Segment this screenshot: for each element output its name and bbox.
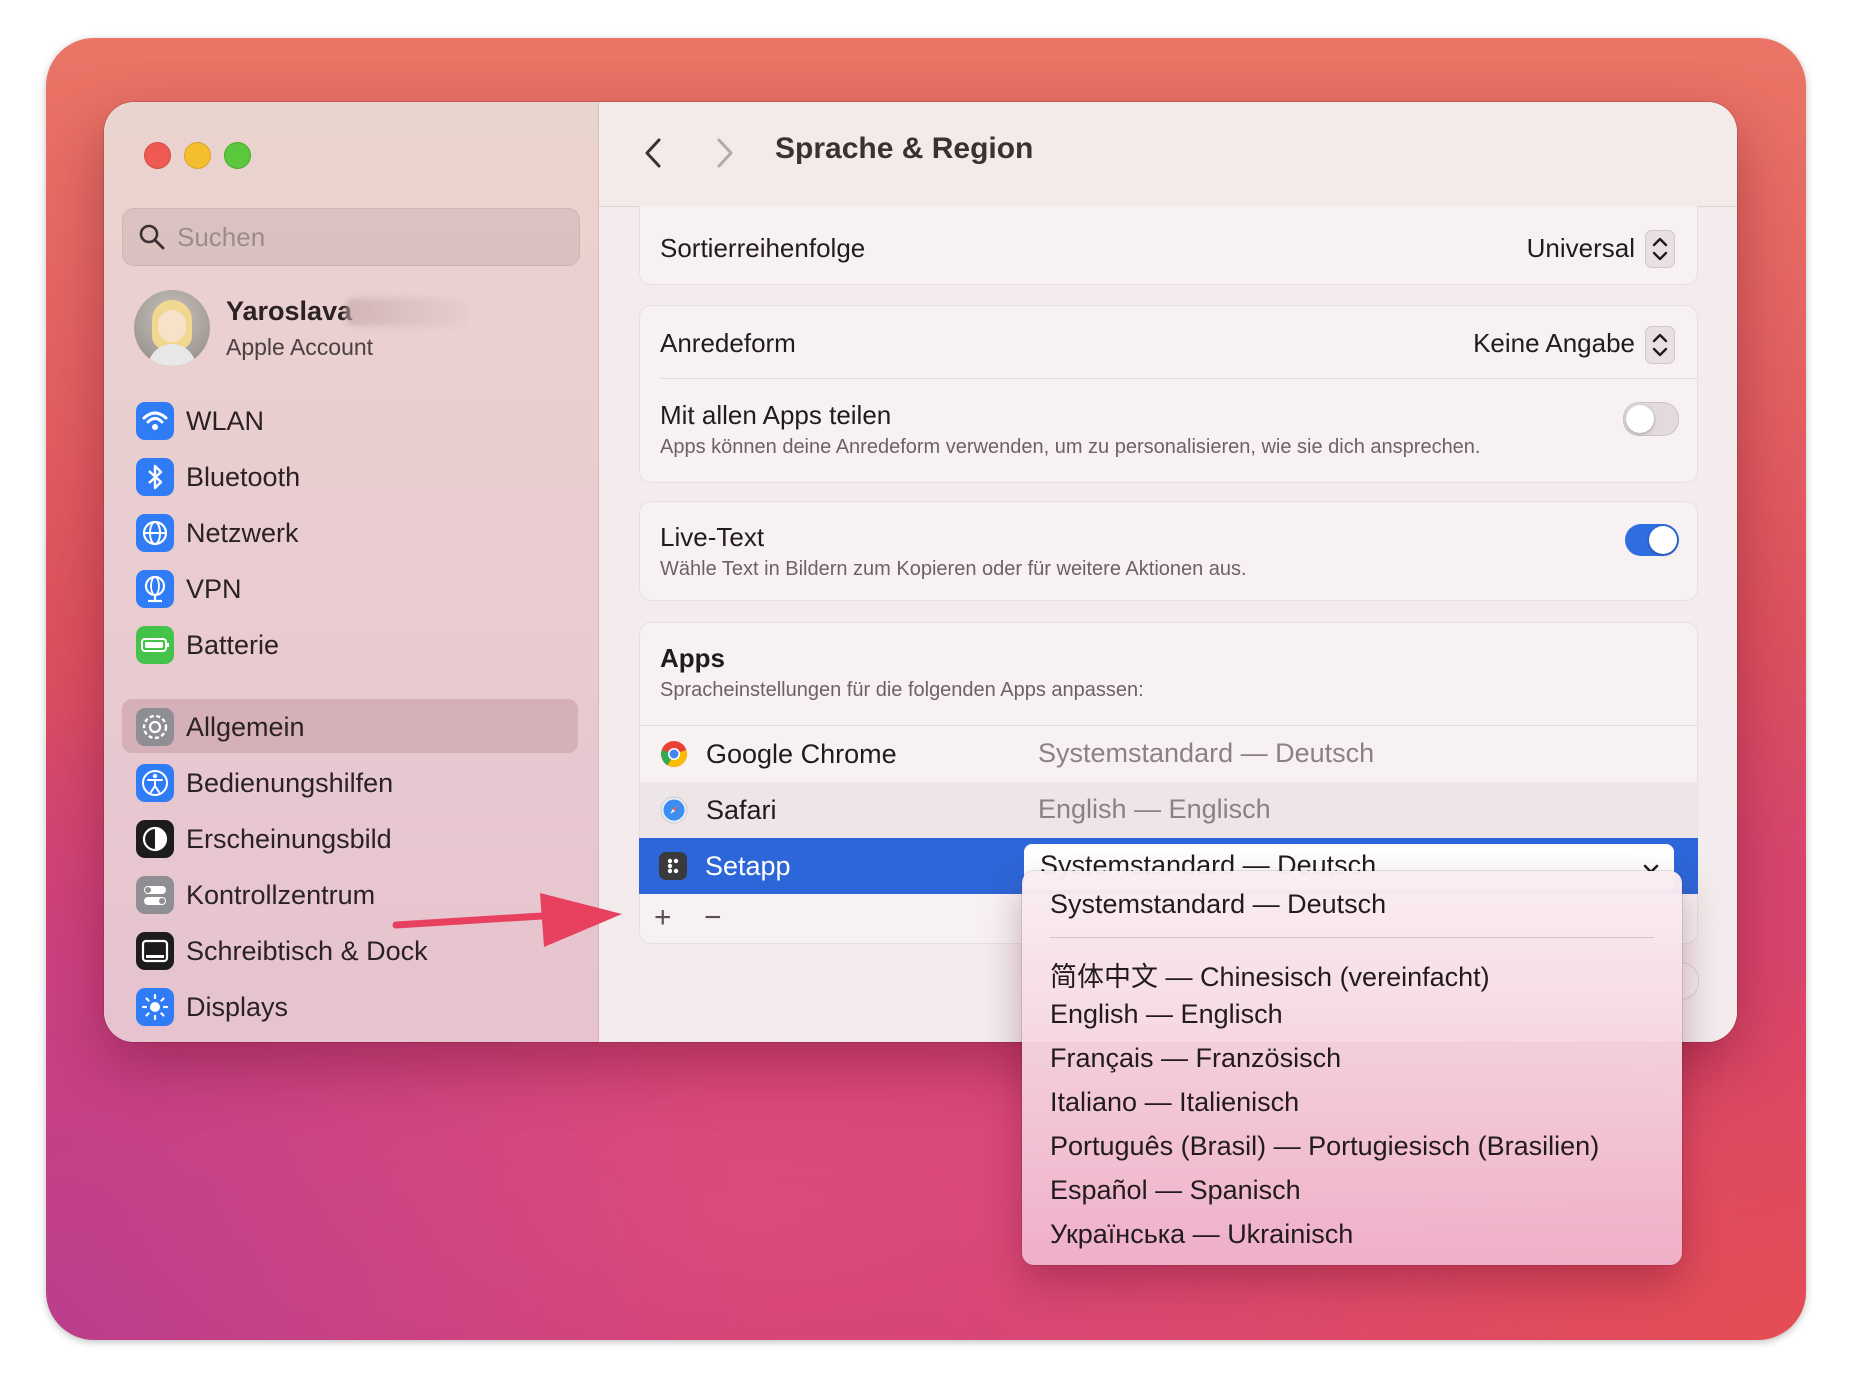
share-apps-label: Mit allen Apps teilen: [660, 400, 892, 430]
chrome-icon: [660, 740, 688, 768]
apple-account[interactable]: Yaroslava Apple Account: [134, 290, 574, 370]
share-apps-description: Apps können deine Anredeform verwenden, …: [660, 436, 1481, 458]
account-subtitle: Apple Account: [226, 334, 374, 360]
menu-item-french[interactable]: Français — Französisch: [1050, 1043, 1341, 1074]
app-language[interactable]: English — Englisch: [1038, 794, 1271, 825]
share-apps-toggle[interactable]: [1623, 402, 1679, 436]
app-language[interactable]: Systemstandard — Deutsch: [1038, 738, 1374, 769]
add-app-button[interactable]: +: [654, 901, 672, 935]
gear-icon: [136, 708, 174, 746]
menu-item-portuguese[interactable]: Português (Brasil) — Portugiesisch (Bras…: [1050, 1131, 1599, 1162]
safari-icon: [660, 796, 688, 824]
app-name: Setapp: [705, 851, 791, 881]
close-button[interactable]: [144, 142, 171, 169]
menu-separator: [1050, 937, 1654, 938]
sort-order-label: Sortierreihenfolge: [660, 233, 866, 263]
bluetooth-icon: [136, 458, 174, 496]
search-icon: [139, 224, 165, 250]
zoom-button[interactable]: [224, 142, 251, 169]
live-text-toggle[interactable]: [1625, 524, 1679, 556]
sidebar-item-netzwerk[interactable]: Netzwerk: [122, 505, 578, 559]
menu-item-system-default[interactable]: Systemstandard — Deutsch: [1050, 889, 1386, 920]
battery-icon: [136, 626, 174, 664]
remove-app-button[interactable]: −: [704, 901, 722, 935]
sidebar-item-wlan[interactable]: WLAN: [122, 393, 578, 447]
language-dropdown-menu: Systemstandard — Deutsch 简体中文 — Chinesis…: [1022, 871, 1682, 1265]
sort-order-stepper[interactable]: [1645, 230, 1675, 268]
vpn-globe-icon: [136, 570, 174, 608]
app-name: Safari: [706, 795, 777, 825]
sidebar-item-batterie[interactable]: Batterie: [122, 617, 578, 671]
address-stepper[interactable]: [1645, 326, 1675, 364]
account-name: Yaroslava: [226, 296, 353, 326]
sort-order-card: Sortierreihenfolge Universal: [639, 206, 1698, 285]
sidebar-item-vpn[interactable]: VPN: [122, 561, 578, 615]
sidebar-item-bedienungshilfen[interactable]: Bedienungshilfen: [122, 755, 578, 809]
sidebar-item-bluetooth[interactable]: Bluetooth: [122, 449, 578, 503]
sidebar-item-erscheinungsbild[interactable]: Erscheinungsbild: [122, 811, 578, 865]
menu-item-spanish[interactable]: Español — Spanisch: [1050, 1175, 1301, 1206]
sidebar-item-label: Bedienungshilfen: [186, 768, 394, 798]
sidebar-item-label: VPN: [186, 574, 242, 604]
app-row-safari[interactable]: Safari English — Englisch: [640, 782, 1697, 838]
menu-item-chinese[interactable]: 简体中文 — Chinesisch (vereinfacht): [1050, 955, 1490, 994]
sidebar-item-label: Allgemein: [186, 712, 305, 742]
toolbar: Sprache & Region: [599, 102, 1737, 207]
page-title: Sprache & Region: [775, 132, 1034, 165]
wifi-icon: [136, 402, 174, 440]
chevron-left-icon[interactable]: [639, 134, 669, 172]
appearance-icon: [136, 820, 174, 858]
sidebar-item-label: Bluetooth: [186, 462, 301, 492]
setapp-icon: [659, 852, 687, 880]
app-row-chrome[interactable]: Google Chrome Systemstandard — Deutsch: [640, 726, 1697, 782]
menu-item-ukrainian[interactable]: Українська — Ukrainisch: [1050, 1219, 1353, 1250]
sidebar-item-label: Kontrollzentrum: [186, 880, 376, 910]
sidebar-item-label: Netzwerk: [186, 518, 299, 548]
sidebar-item-label: Displays: [186, 992, 289, 1022]
sidebar-item-label: Batterie: [186, 630, 280, 660]
apps-subtitle: Spracheinstellungen für die folgenden Ap…: [660, 679, 1144, 701]
sidebar-item-allgemein[interactable]: Allgemein: [122, 699, 578, 753]
address-value[interactable]: Keine Angabe: [1473, 328, 1635, 359]
menu-item-english[interactable]: English — Englisch: [1050, 999, 1283, 1030]
search-field[interactable]: Suchen: [122, 208, 580, 266]
sidebar-item-label: WLAN: [186, 406, 265, 436]
live-text-label: Live-Text: [660, 522, 765, 552]
minimize-button[interactable]: [184, 142, 211, 169]
search-placeholder: Suchen: [177, 222, 266, 252]
sun-icon: [136, 988, 174, 1026]
live-text-description: Wähle Text in Bildern zum Kopieren oder …: [660, 558, 1247, 580]
app-name: Google Chrome: [706, 739, 897, 769]
avatar: [134, 290, 210, 366]
apps-title: Apps: [660, 643, 725, 673]
dock-icon: [136, 932, 174, 970]
sidebar-item-label: Erscheinungsbild: [186, 824, 392, 854]
address-card: Anredeform Keine Angabe Mit allen Apps t…: [639, 305, 1698, 483]
live-text-card: Live-Text Wähle Text in Bildern zum Kopi…: [639, 501, 1698, 601]
sort-order-value[interactable]: Universal: [1527, 233, 1635, 264]
menu-item-italian[interactable]: Italiano — Italienisch: [1050, 1087, 1299, 1118]
control-center-icon: [136, 876, 174, 914]
globe-icon: [136, 514, 174, 552]
sidebar-item-displays[interactable]: Displays: [122, 979, 578, 1033]
address-label: Anredeform: [660, 328, 796, 358]
redacted-surname: [346, 298, 466, 326]
annotation-arrow-icon: [392, 893, 622, 947]
chevron-right-icon[interactable]: [709, 134, 739, 172]
accessibility-icon: [136, 764, 174, 802]
